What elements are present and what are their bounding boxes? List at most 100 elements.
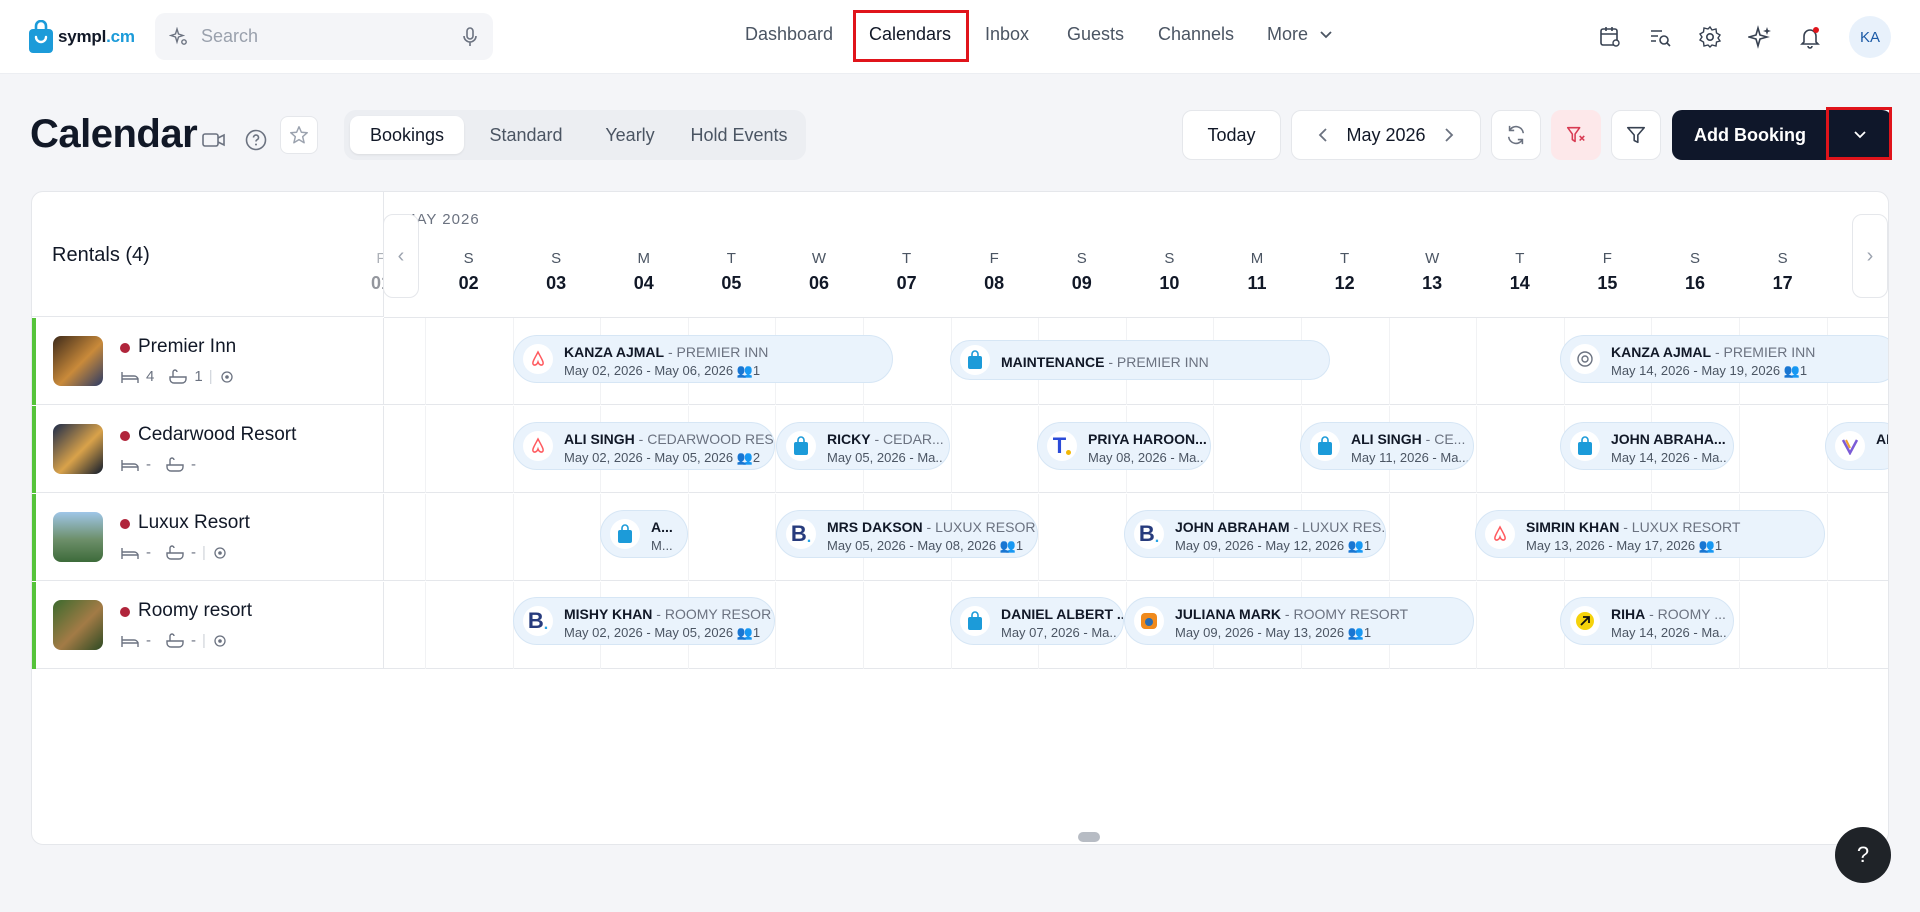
search-bar[interactable]: Search [155,13,493,60]
booking-bar[interactable]: SIMRIN KHAN - LUXUX RESORT May 13, 2026 … [1475,510,1825,558]
scroll-right-button[interactable]: › [1852,214,1888,298]
booking-com-icon: B. [786,519,816,549]
horizontal-scrollbar[interactable] [1078,832,1100,842]
nav-more[interactable]: More [1267,24,1333,45]
day-header: S 09 [1052,250,1112,294]
rental-thumbnail [53,424,103,474]
day-header: M 04 [614,250,674,294]
booking-bar[interactable]: RIHA - ROOMY ... May 14, 2026 - Ma... [1560,597,1734,645]
nav-channels[interactable]: Channels [1158,24,1234,45]
day-header: S 02 [439,250,499,294]
filter-icon [1626,126,1646,144]
rental-name: Luxux Resort [138,512,250,533]
nav-dashboard[interactable]: Dashboard [745,24,833,45]
day-number: 15 [1597,273,1618,293]
day-of-week: W [811,250,827,267]
filter-clear-icon [1566,126,1585,143]
nav-guests[interactable]: Guests [1067,24,1124,45]
booking-bar[interactable]: B. JOHN ABRAHAM - LUXUX RES... May 09, 2… [1124,510,1386,558]
chevron-left-icon[interactable] [1318,127,1328,143]
rental-thumbnail [53,512,103,562]
bath-count: - [191,544,196,561]
booking-bar[interactable]: JOHN ABRAHA... May 14, 2026 - Ma... [1560,422,1734,470]
rental-info[interactable]: Roomy resort - - | [32,582,384,669]
gear-icon[interactable] [1695,22,1725,52]
add-booking-button[interactable]: Add Booking [1672,110,1828,160]
nav-inbox[interactable]: Inbox [985,24,1029,45]
booking-bar[interactable]: ALI SINGH - CEDARWOOD RES... May 02, 202… [513,422,775,470]
view-standard-tab[interactable]: Standard [470,116,582,154]
booking-bar[interactable]: AL [1825,422,1888,470]
booking-bar[interactable]: RICKY - CEDAR... May 05, 2026 - Ma... [776,422,950,470]
booking-bar[interactable]: JULIANA MARK - ROOMY RESORT May 09, 2026… [1124,597,1474,645]
help-button[interactable]: ? [1835,827,1891,883]
booking-bar[interactable]: ALI SINGH - CE... May 11, 2026 - Ma... [1300,422,1474,470]
filter-button[interactable] [1611,110,1661,160]
booking-bar[interactable]: KANZA AJMAL - PREMIER INN May 02, 2026 -… [513,335,893,383]
month-navigator: May 2026 [1291,110,1481,160]
search-list-icon[interactable] [1645,22,1675,52]
rental-thumbnail [53,336,103,386]
bed-count: - [146,544,151,561]
booking-bar[interactable]: KANZA AJMAL - PREMIER INN May 14, 2026 -… [1560,335,1888,383]
user-avatar[interactable]: KA [1849,16,1891,58]
booking-bar[interactable]: MAINTENANCE - PREMIER INN [950,340,1330,380]
day-number: 10 [1159,273,1180,293]
refresh-icon [1507,125,1525,145]
day-of-week: F [1602,250,1612,267]
view-hold-events-tab[interactable]: Hold Events [678,116,800,154]
meta-divider: | [202,632,206,649]
notification-bell-icon[interactable] [1795,22,1825,52]
day-header: F 15 [1577,250,1637,294]
app-logo[interactable]: sympl.cm [28,18,135,56]
booking-bar[interactable]: DANIEL ALBERT ... May 07, 2026 - Ma... [950,597,1124,645]
bed-count: - [146,632,151,649]
refresh-button[interactable] [1491,110,1541,160]
favorite-star-icon[interactable] [280,116,318,154]
booking-bar[interactable]: T PRIYA HAROON... May 08, 2026 - Ma... [1037,422,1211,470]
meta-divider: | [208,368,213,385]
rental-info[interactable]: Luxux Resort - - | [32,494,384,581]
day-number: 13 [1422,273,1443,293]
current-month-label: May 2026 [1346,124,1426,145]
rental-info[interactable]: Premier Inn 4 1 | [32,318,384,405]
day-header: S 17 [1753,250,1813,294]
clear-filter-button[interactable] [1551,110,1601,160]
day-header: S 03 [526,250,586,294]
microphone-icon[interactable] [461,26,479,47]
direct-booking-bag-icon [1310,431,1340,461]
day-of-week: M [637,250,651,267]
calendar-settings-icon[interactable] [1595,22,1625,52]
view-yearly-tab[interactable]: Yearly [584,116,676,154]
bath-count: - [191,632,196,649]
meta-divider: | [202,544,206,561]
view-bookings-tab[interactable]: Bookings [350,116,464,154]
day-of-week: F [989,250,999,267]
booking-bar[interactable]: B. MISHY KHAN - ROOMY RESORT May 02, 202… [513,597,775,645]
rental-meta: - - | [120,544,228,561]
chevron-right-icon[interactable] [1444,127,1454,143]
rental-info[interactable]: Cedarwood Resort - - [32,406,384,493]
scroll-left-button[interactable]: ‹ [383,214,419,298]
today-button[interactable]: Today [1182,110,1281,160]
day-header: S 10 [1139,250,1199,294]
ai-sparkle-icon[interactable] [1745,22,1775,52]
day-number: 07 [896,273,917,293]
day-gridline [1739,406,1740,493]
day-of-week: M [1250,250,1264,267]
dropdown-highlight-box [1826,107,1892,160]
bed-icon [121,371,139,383]
sparkle-search-icon [169,26,187,45]
direct-booking-bag-icon [960,345,990,375]
video-tutorial-icon[interactable] [196,122,232,158]
airbnb-icon [523,431,553,461]
booking-bar[interactable]: A... M... [600,510,688,558]
bed-icon [121,635,139,647]
guest-count-icon: 👥 [1347,538,1364,553]
day-number: 16 [1684,273,1706,293]
bed-icon [121,547,139,559]
status-dot [120,607,130,617]
booking-bar[interactable]: B. MRS DAKSON - LUXUX RESORT May 05, 202… [776,510,1038,558]
help-circle-icon[interactable] [238,122,274,158]
status-dot [120,519,130,529]
